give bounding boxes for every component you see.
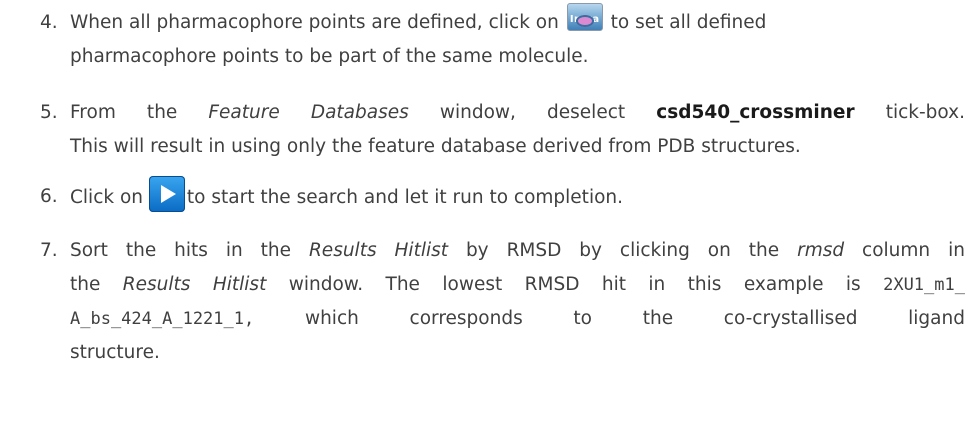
step-line: From the Feature Databases window, desel… — [70, 102, 965, 123]
step-text: Click on to start the search and let it … — [70, 176, 965, 216]
step-line: When all pharmacophore points are define… — [70, 3, 965, 40]
hit-identifier: 2XU1_m1_ — [883, 275, 965, 295]
play-icon — [148, 176, 185, 212]
step-line: pharmacophore points to be part of the s… — [70, 46, 589, 67]
step-line: Click on to start the search and let it … — [70, 176, 965, 216]
database-name: csd540_crossminer — [656, 102, 855, 123]
step-text: When all pharmacophore points are define… — [70, 3, 965, 74]
step-number: 4. — [40, 12, 58, 33]
step-line: the Results Hitlist window. The lowest R… — [70, 274, 965, 295]
step-number: 5. — [40, 102, 58, 123]
step-line: structure. — [70, 342, 160, 363]
step-number: 7. — [40, 240, 58, 261]
step-line: A_bs_424_A_1221_1, which corresponds to … — [70, 308, 965, 329]
step-line: Sort the hits in the Results Hitlist by … — [70, 240, 965, 261]
step-line: This will result in using only the featu… — [70, 136, 801, 157]
hit-identifier: A_bs_424_A_1221_1, — [70, 309, 255, 329]
intra-icon: Intra — [566, 3, 603, 31]
step-text: Sort the hits in the Results Hitlist by … — [70, 234, 965, 370]
step-number: 6. — [40, 186, 58, 207]
step-text: From the Feature Databases window, desel… — [70, 96, 965, 164]
